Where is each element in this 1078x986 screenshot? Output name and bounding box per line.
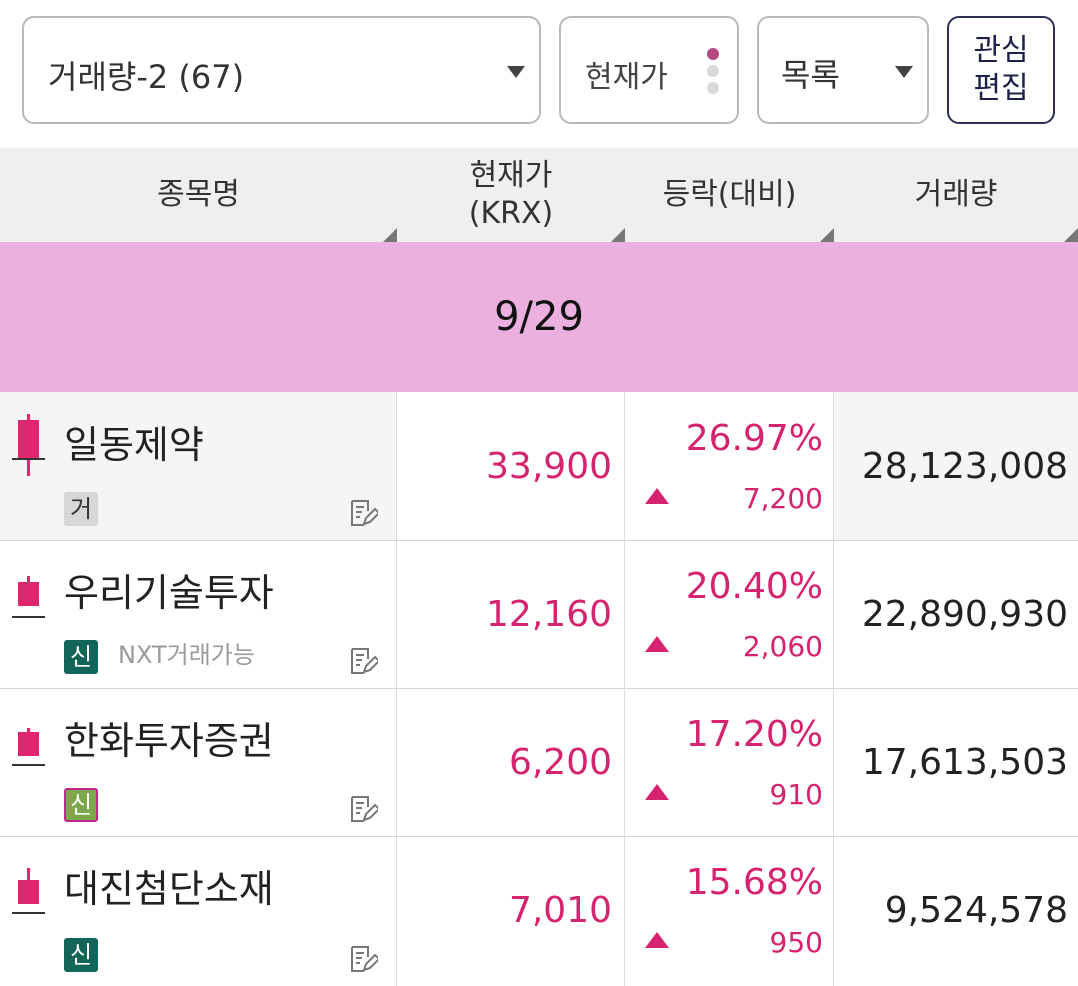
table-row[interactable]: 한화투자증권 신 6,200 17.20% 910 17,613,503 <box>0 688 1078 837</box>
up-arrow-icon <box>645 636 669 652</box>
stock-name[interactable]: 우리기술투자 <box>64 562 274 617</box>
table-header: 종목명 현재가 (KRX) 등락(대비) 거래량 <box>0 148 1078 242</box>
name-cell: 일동제약 거 <box>0 392 397 540</box>
current-price: 6,200 <box>508 742 612 783</box>
market-badge: 거 <box>64 492 98 526</box>
volume-value: 9,524,578 <box>884 890 1068 931</box>
change-percent: 20.40% <box>685 566 823 607</box>
change-cell: 26.97% 7,200 <box>625 392 834 540</box>
group-select-label: 거래량-2 (67) <box>48 58 245 96</box>
toggle-dots-icon <box>707 48 721 99</box>
change-cell: 17.20% 910 <box>625 688 834 836</box>
name-cell: 대진첨단소재 신 <box>0 836 397 986</box>
header-volume-label: 거래량 <box>914 177 998 212</box>
price-toggle-label: 현재가 <box>585 60 668 95</box>
stock-name[interactable]: 한화투자증권 <box>64 710 274 765</box>
price-cell: 6,200 <box>397 688 625 836</box>
volume-cell: 9,524,578 <box>834 836 1078 986</box>
header-price-label: 현재가 (KRX) <box>468 158 554 231</box>
date-band: 9/29 <box>0 242 1078 392</box>
market-badge: 신 <box>64 640 98 674</box>
market-badge: 신 <box>64 788 98 822</box>
header-price[interactable]: 현재가 (KRX) <box>397 148 625 242</box>
memo-edit-icon[interactable] <box>348 646 378 676</box>
change-percent: 26.97% <box>685 418 823 459</box>
table-row[interactable]: 우리기술투자 신 NXT거래가능 12,160 20.40% 2,060 22,… <box>0 540 1078 689</box>
header-name-label: 종목명 <box>157 177 240 212</box>
current-price: 12,160 <box>486 594 612 635</box>
price-cell: 33,900 <box>397 392 625 540</box>
stock-name[interactable]: 대진첨단소재 <box>64 858 274 913</box>
watchlist-edit-label: 관심 편집 <box>973 33 1029 106</box>
sort-corner-icon <box>383 228 397 242</box>
price-cell: 7,010 <box>397 836 625 986</box>
sort-corner-icon <box>1064 228 1078 242</box>
market-badge: 신 <box>64 938 98 972</box>
memo-edit-icon[interactable] <box>348 498 378 528</box>
volume-cell: 22,890,930 <box>834 540 1078 688</box>
change-cell: 15.68% 950 <box>625 836 834 986</box>
header-change-label: 등락(대비) <box>662 177 797 212</box>
volume-value: 22,890,930 <box>861 594 1068 635</box>
change-percent: 15.68% <box>685 862 823 903</box>
table-row[interactable]: 일동제약 거 33,900 26.97% 7,200 28,123,008 <box>0 392 1078 541</box>
current-price: 33,900 <box>486 446 612 487</box>
header-volume[interactable]: 거래량 <box>834 148 1078 242</box>
change-percent: 17.20% <box>685 714 823 755</box>
watchlist-edit-button[interactable]: 관심 편집 <box>947 16 1055 124</box>
volume-cell: 28,123,008 <box>834 392 1078 540</box>
view-mode-select[interactable]: 목록 <box>757 16 929 124</box>
price-type-toggle[interactable]: 현재가 <box>559 16 739 124</box>
volume-value: 17,613,503 <box>861 742 1068 783</box>
name-cell: 한화투자증권 신 <box>0 688 397 836</box>
change-cell: 20.40% 2,060 <box>625 540 834 688</box>
change-amount: 910 <box>769 778 823 811</box>
change-amount: 950 <box>769 926 823 959</box>
up-arrow-icon <box>645 488 669 504</box>
sort-corner-icon <box>611 228 625 242</box>
header-name[interactable]: 종목명 <box>0 148 397 242</box>
view-select-label: 목록 <box>781 56 840 94</box>
up-arrow-icon <box>645 784 669 800</box>
volume-value: 28,123,008 <box>861 446 1068 487</box>
volume-cell: 17,613,503 <box>834 688 1078 836</box>
caret-down-icon <box>507 66 525 78</box>
nxt-tradable-note: NXT거래가능 <box>118 641 255 669</box>
price-cell: 12,160 <box>397 540 625 688</box>
change-amount: 7,200 <box>742 482 823 515</box>
toolbar: 거래량-2 (67) 현재가 목록 관심 편집 <box>0 0 1078 148</box>
name-cell: 우리기술투자 신 NXT거래가능 <box>0 540 397 688</box>
memo-edit-icon[interactable] <box>348 944 378 974</box>
caret-down-icon <box>895 66 913 78</box>
current-price: 7,010 <box>508 890 612 931</box>
table-row[interactable]: 대진첨단소재 신 7,010 15.68% 950 9,524,578 <box>0 836 1078 986</box>
memo-edit-icon[interactable] <box>348 794 378 824</box>
group-select[interactable]: 거래량-2 (67) <box>22 16 541 124</box>
stock-name[interactable]: 일동제약 <box>64 414 204 469</box>
header-change[interactable]: 등락(대비) <box>625 148 834 242</box>
change-amount: 2,060 <box>742 630 823 663</box>
sort-corner-icon <box>820 228 834 242</box>
up-arrow-icon <box>645 932 669 948</box>
